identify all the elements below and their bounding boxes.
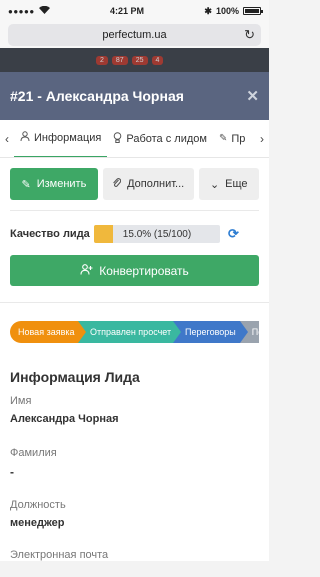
battery-percent: 100% [215, 6, 239, 16]
close-icon[interactable]: ✕ [246, 87, 259, 105]
lead-quality: Качество лида 15.0% (15/100) ⟳ [10, 211, 259, 251]
quality-label: Качество лида [10, 228, 90, 240]
pipeline-stage[interactable]: Отправлен просчет [78, 321, 181, 343]
modal-body: ✎ Изменить Дополнит... ⌄ Еще Качество ли… [0, 158, 269, 561]
pencil-icon: ✎ [21, 178, 31, 191]
tab-information[interactable]: Информация [14, 120, 108, 157]
modal-title: #21 - Александра Чорная [10, 88, 184, 104]
background-badges: 2 87 25 4 [96, 56, 164, 65]
more-label: Еще [225, 178, 248, 190]
field-value: - [10, 465, 14, 479]
badge: 2 [96, 56, 108, 65]
tab-label: Информация [34, 131, 102, 144]
edit-label: Изменить [36, 178, 87, 190]
battery-area: ✱ 100% [204, 5, 263, 17]
tab-bar: ‹ Информация Работа с лидом ✎ Пр › [0, 120, 269, 158]
field-label: Имя [10, 395, 32, 407]
attach-button[interactable]: Дополнит... [102, 168, 194, 200]
pipeline-stage[interactable]: Новая заявка [10, 321, 86, 343]
signal-icon: ●●●●● [8, 6, 35, 16]
convert-label: Конвертировать [99, 263, 189, 278]
signal-area: ●●●●● [8, 5, 50, 16]
badge: 25 [131, 56, 148, 65]
tab-scroll: Информация Работа с лидом ✎ Пр [14, 120, 255, 157]
tab-third[interactable]: ✎ Пр [213, 120, 251, 157]
clock: 4:21 PM [110, 6, 145, 16]
add-user-icon [80, 263, 93, 278]
field-last-name: Фамилия - [10, 447, 259, 479]
wifi-icon [38, 5, 50, 16]
section-title: Информация Лида [10, 369, 140, 385]
user-icon [20, 131, 30, 144]
stage-label: Переговоры [185, 327, 236, 337]
convert-button[interactable]: Конвертировать [10, 255, 259, 286]
quality-progress: 15.0% (15/100) [94, 225, 220, 243]
address-bar[interactable]: perfectum.ua ↻ [8, 24, 261, 46]
field-label: Электронная почта [10, 549, 109, 561]
field-position: Должность менеджер [10, 499, 259, 529]
field-email: Электронная почта [10, 549, 259, 561]
field-value: Александра Чорная [10, 413, 119, 425]
stage-label: Отправлен просчет [90, 327, 172, 337]
stage-label: Новая заявка [18, 327, 75, 337]
chevron-down-icon: ⌄ [209, 178, 220, 191]
battery-icon [242, 7, 263, 15]
action-buttons: ✎ Изменить Дополнит... ⌄ Еще [10, 168, 259, 211]
chevron-right-icon[interactable]: › [255, 132, 269, 146]
bluetooth-icon: ✱ [204, 5, 212, 16]
tab-label: Пр [231, 132, 246, 145]
stage-label: По [251, 327, 259, 337]
field-value: менеджер [10, 517, 65, 529]
modal-header: #21 - Александра Чорная ✕ [0, 72, 269, 120]
field-first-name: Имя Александра Чорная [10, 395, 259, 425]
pencil-icon: ✎ [218, 133, 228, 144]
badge: 87 [111, 56, 128, 65]
badge: 4 [151, 56, 164, 65]
pipeline-stage[interactable]: Переговоры [173, 321, 248, 343]
lead-pipeline: Новая заявка Отправлен просчет Переговор… [10, 321, 259, 343]
url-text: perfectum.ua [102, 29, 167, 41]
chevron-left-icon[interactable]: ‹ [0, 132, 14, 146]
reload-icon[interactable]: ↻ [244, 27, 255, 43]
browser-bar: perfectum.ua ↻ [0, 22, 269, 48]
tab-label: Работа с лидом [126, 132, 207, 145]
edit-button[interactable]: ✎ Изменить [10, 168, 98, 200]
more-button[interactable]: ⌄ Еще [198, 168, 259, 200]
refresh-icon[interactable]: ⟳ [228, 226, 239, 242]
field-label: Фамилия [10, 447, 57, 459]
status-bar: ●●●●● 4:21 PM ✱ 100% [0, 0, 269, 22]
field-label: Должность [10, 499, 66, 511]
attach-label: Дополнит... [127, 178, 185, 190]
lightbulb-icon [113, 131, 122, 146]
progress-text: 15.0% (15/100) [122, 228, 192, 240]
tab-lead-work[interactable]: Работа с лидом [107, 120, 213, 157]
paperclip-icon [112, 177, 122, 191]
divider [0, 302, 269, 303]
background-page: 2 87 25 4 [0, 48, 269, 72]
